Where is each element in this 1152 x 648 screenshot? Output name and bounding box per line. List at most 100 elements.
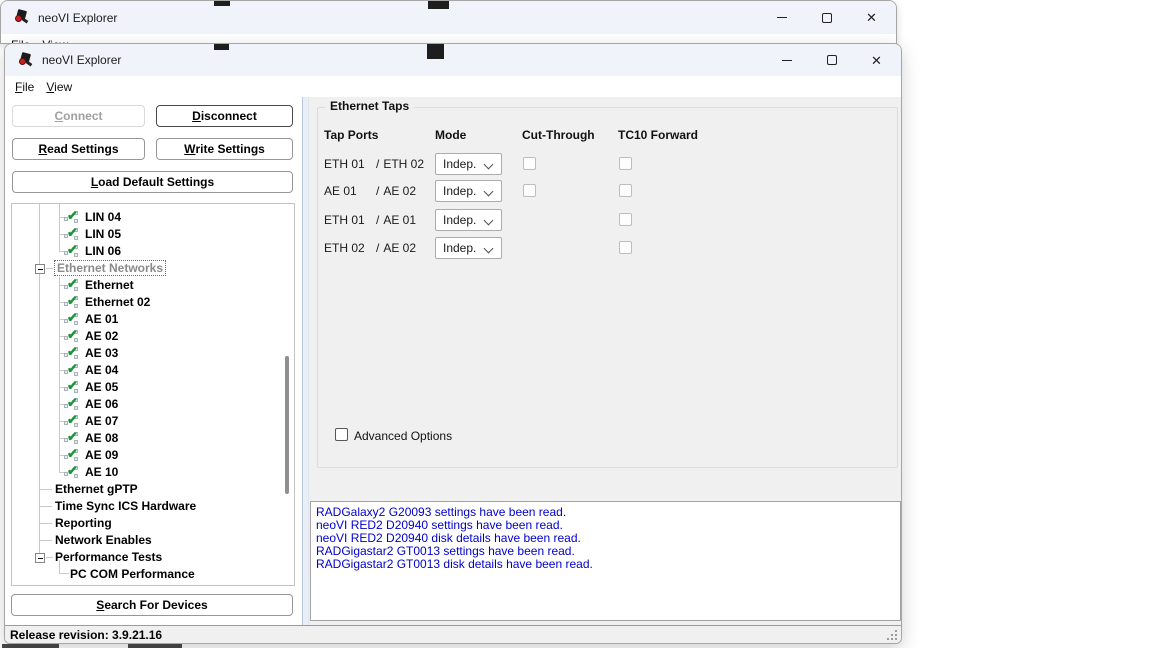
back-window-title: neoVI Explorer (38, 11, 117, 25)
tap-row-3: ETH 01/AE 01Indep. (324, 209, 884, 231)
status-bar: Release revision: 3.9.21.16 (5, 625, 901, 643)
cut-through-checkbox[interactable] (523, 184, 536, 197)
settings-panel: Ethernet Taps Tap Ports Mode Cut-Through… (309, 97, 901, 626)
maximize-button[interactable] (809, 44, 854, 76)
network-check-icon: ✔ (64, 312, 82, 327)
back-window[interactable]: neoVI Explorer ✕ FileView (0, 0, 897, 44)
tree-item-network-enables[interactable]: Network Enables (12, 532, 294, 549)
load-default-settings-button[interactable]: Load Default Settings (12, 171, 293, 193)
tree-item-ae-04[interactable]: ✔AE 04 (12, 362, 294, 379)
network-check-icon: ✔ (64, 227, 82, 242)
mode-dropdown[interactable]: Indep. (435, 153, 502, 175)
mode-dropdown[interactable]: Indep. (435, 180, 502, 202)
chevron-down-icon (484, 160, 494, 170)
advanced-options-label: Advanced Options (354, 429, 452, 443)
tree-scrollbar-thumb[interactable] (285, 356, 289, 494)
tc10-forward-checkbox[interactable] (619, 157, 632, 170)
message-log[interactable]: RADGalaxy2 G20093 settings have been rea… (310, 501, 901, 621)
tree-item-performance-tests[interactable]: Performance Tests (12, 549, 294, 566)
tree-item-ae-08[interactable]: ✔AE 08 (12, 430, 294, 447)
advanced-options-checkbox[interactable] (335, 428, 348, 441)
network-check-icon: ✔ (64, 363, 82, 378)
network-check-icon: ✔ (64, 397, 82, 412)
tree-item-ae-07[interactable]: ✔AE 07 (12, 413, 294, 430)
minimize-button[interactable] (764, 44, 809, 76)
tree-item-ae-10[interactable]: ✔AE 10 (12, 464, 294, 481)
tree-line (40, 506, 52, 507)
tree-item-label: AE 09 (85, 448, 118, 462)
neovi-explorer-window: neoVI Explorer ✕ FileView Connect Discon… (4, 43, 902, 644)
tree-item-lin-06[interactable]: ✔LIN 06 (12, 243, 294, 260)
tree-item-ethernet-gptp[interactable]: Ethernet gPTP (12, 481, 294, 498)
titlebar[interactable]: neoVI Explorer ✕ (5, 44, 901, 76)
tree-item-ae-02[interactable]: ✔AE 02 (12, 328, 294, 345)
chevron-down-icon (484, 216, 494, 226)
tree-item-label: Ethernet Networks (55, 261, 165, 275)
tree-item-ae-05[interactable]: ✔AE 05 (12, 379, 294, 396)
screen-artifact (214, 1, 230, 6)
tree-item-lin-04[interactable]: ✔LIN 04 (12, 209, 294, 226)
search-for-devices-button[interactable]: Search For Devices (11, 594, 293, 616)
mode-dropdown[interactable]: Indep. (435, 209, 502, 231)
tree-item-ae-09[interactable]: ✔AE 09 (12, 447, 294, 464)
mode-dropdown[interactable]: Indep. (435, 237, 502, 259)
tree-item-reporting[interactable]: Reporting (12, 515, 294, 532)
tree-item-ae-01[interactable]: ✔AE 01 (12, 311, 294, 328)
screen-artifact (427, 44, 444, 59)
tap-ports-label: ETH 01/ETH 02 (324, 157, 424, 171)
tc10-forward-checkbox[interactable] (619, 213, 632, 226)
menu-item-view[interactable]: View (40, 78, 78, 96)
tree-item-ethernet[interactable]: ✔Ethernet (12, 277, 294, 294)
connect-button[interactable]: Connect (12, 105, 145, 127)
tree-item-label: AE 02 (85, 329, 118, 343)
tree-item-lin-05[interactable]: ✔LIN 05 (12, 226, 294, 243)
close-button[interactable]: ✕ (854, 44, 899, 76)
menu-item-file[interactable]: File (9, 78, 40, 96)
tree-item-ae-03[interactable]: ✔AE 03 (12, 345, 294, 362)
tree-line (46, 557, 53, 558)
tree-item-pc-com-performance[interactable]: PC COM Performance (12, 566, 294, 583)
tree-item-label: LIN 04 (85, 210, 121, 224)
network-check-icon: ✔ (64, 210, 82, 225)
tc10-forward-checkbox[interactable] (619, 241, 632, 254)
tree-collapse-icon[interactable] (35, 553, 45, 563)
close-icon: ✕ (871, 54, 882, 67)
tree-line (40, 489, 52, 490)
network-check-icon: ✔ (64, 465, 82, 480)
ethernet-taps-title: Ethernet Taps (325, 99, 414, 113)
close-icon: ✕ (866, 11, 877, 24)
tree-item-label: LIN 05 (85, 227, 121, 241)
resize-grip[interactable] (887, 630, 898, 641)
tap-row-1: ETH 01/ETH 02 Indep. (324, 153, 884, 175)
tree-item-ae-06[interactable]: ✔AE 06 (12, 396, 294, 413)
panel-splitter[interactable] (302, 97, 309, 626)
maximize-icon (827, 55, 837, 65)
tree-item-label: Ethernet 02 (85, 295, 150, 309)
screen-artifact (2, 644, 59, 648)
tree-item-time-sync-ics-hardware[interactable]: Time Sync ICS Hardware (12, 498, 294, 515)
cut-through-checkbox[interactable] (523, 157, 536, 170)
tree-line (46, 268, 53, 269)
desktop: neoVI Explorer ✕ FileView neoVI Explorer… (0, 0, 1152, 648)
network-check-icon: ✔ (64, 431, 82, 446)
tap-ports-label: ETH 02/AE 02 (324, 241, 416, 255)
tree-item-label: AE 10 (85, 465, 118, 479)
tc10-forward-checkbox[interactable] (619, 184, 632, 197)
read-settings-button[interactable]: Read Settings (12, 138, 145, 160)
network-check-icon: ✔ (64, 278, 82, 293)
tree-item-ethernet-networks[interactable]: Ethernet Networks (12, 260, 294, 277)
app-icon (18, 53, 33, 68)
tree-item-label: AE 08 (85, 431, 118, 445)
minimize-button[interactable] (759, 1, 804, 34)
disconnect-button[interactable]: Disconnect (156, 105, 293, 127)
write-settings-button[interactable]: Write Settings (156, 138, 293, 160)
tree-item-ethernet-02[interactable]: ✔Ethernet 02 (12, 294, 294, 311)
close-button[interactable]: ✕ (849, 1, 894, 34)
network-check-icon: ✔ (64, 380, 82, 395)
network-check-icon: ✔ (64, 244, 82, 259)
maximize-button[interactable] (804, 1, 849, 34)
tap-row-2: AE 01/AE 02Indep. (324, 180, 884, 202)
tree-collapse-icon[interactable] (35, 264, 45, 274)
tree-line (40, 523, 52, 524)
device-panel: Connect Disconnect Read Settings Write S… (5, 97, 302, 626)
